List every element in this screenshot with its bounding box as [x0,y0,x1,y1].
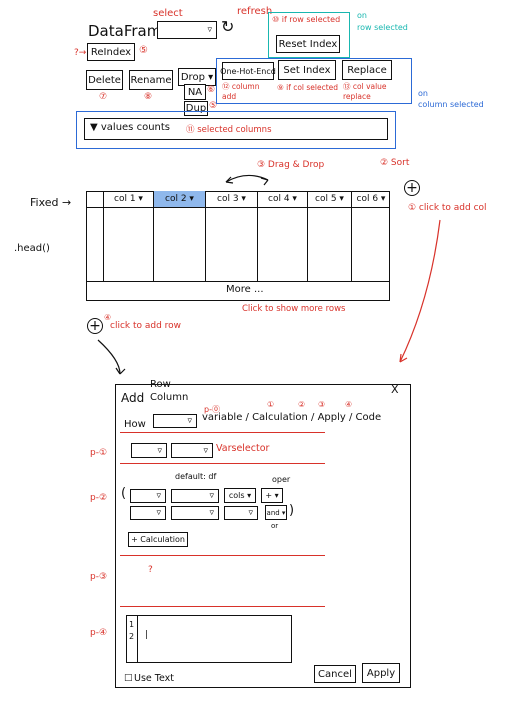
cols-select-2[interactable]: ▿ [224,506,258,520]
p3-label: p-③ [90,572,108,582]
how-options: variable / Calculation / Apply / Code [202,412,382,423]
apply-button[interactable]: Apply [362,663,400,683]
p0-divider [120,432,325,433]
code-cursor: | [145,630,149,640]
num-4-marker: ④ [345,400,353,409]
p2-divider [120,555,325,556]
p1-divider [120,463,325,464]
calc-var-select-2[interactable]: ▿ [130,506,166,520]
open-paren: ( [121,486,127,501]
varselector-label: Varselector [216,443,270,454]
num-3-marker: ③ [318,400,326,409]
var-select-1[interactable]: ▿ [131,443,167,458]
close-paren: ) [289,503,295,518]
operator-select[interactable]: + ▾ [261,488,283,503]
code-line-number: 2 [129,632,135,641]
use-text-checkbox-icon[interactable]: □ [124,673,133,683]
dialog-row-option[interactable]: Row [150,379,171,390]
calc-var-select-1[interactable]: ▿ [130,489,166,503]
code-editor[interactable] [126,615,292,663]
calc-df-select-1[interactable]: ▿ [171,489,219,503]
add-calculation-button[interactable]: + Calculation [128,532,188,547]
p2-label: p-② [90,493,108,503]
dialog-add-label: Add [121,391,145,405]
p3-divider [120,606,325,607]
num-1-marker: ① [267,400,275,409]
oper-label: oper [272,475,291,484]
apply-placeholder: ? [148,565,153,575]
logic-select[interactable]: and ▾ [265,505,287,520]
dialog-close-button[interactable]: X [391,383,399,396]
default-label: default: df [175,472,217,481]
cols-select-1[interactable]: cols ▾ [224,488,256,503]
how-select[interactable]: ▿ [153,414,197,428]
p4-label: p-④ [90,628,108,638]
num-2-marker: ② [298,400,306,409]
code-line-number: 1 [129,620,135,629]
cancel-button[interactable]: Cancel [314,665,356,683]
or-label: or [271,522,279,530]
calc-df-select-2[interactable]: ▿ [171,506,219,520]
use-text-label: Use Text [134,673,174,684]
p1-label: p-① [90,448,108,458]
dialog-column-option[interactable]: Column [150,392,188,403]
how-label: How [124,419,146,430]
var-select-2[interactable]: ▿ [171,443,213,458]
